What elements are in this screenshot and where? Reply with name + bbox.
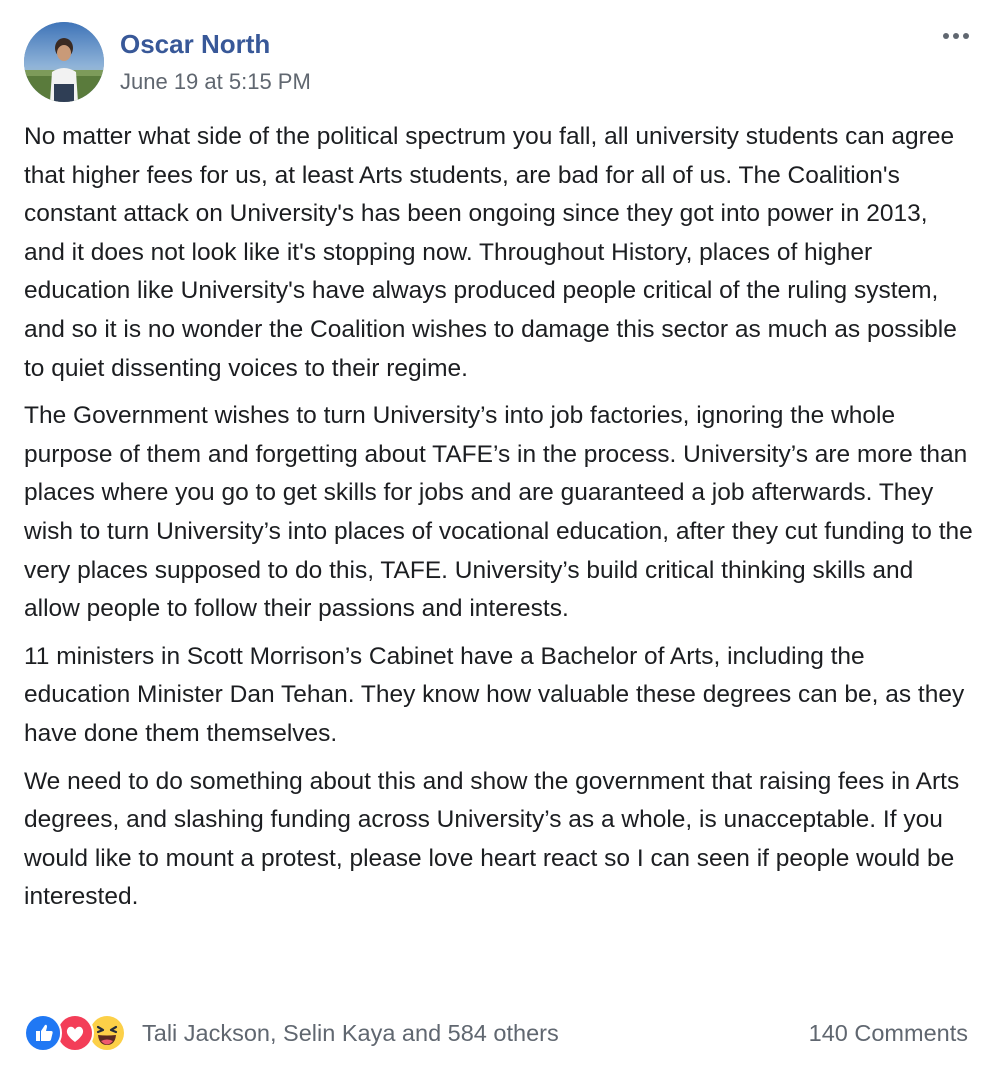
post-paragraph: The Government wishes to turn University… [24,402,973,623]
more-dot-icon [943,33,949,39]
post-timestamp[interactable]: June 19 at 5:15 PM [120,68,311,96]
post-body: No matter what side of the political spe… [24,118,974,926]
post-paragraph: No matter what side of the political spe… [24,123,957,382]
reaction-names[interactable]: Tali Jackson, Selin Kaya and 584 others [142,1018,559,1048]
author-avatar[interactable] [24,22,104,102]
post-footer: Tali Jackson, Selin Kaya and 584 others … [24,1012,968,1054]
more-dot-icon [963,33,969,39]
reaction-icons[interactable] [24,1014,134,1052]
comments-count-link[interactable]: 140 Comments [809,1018,968,1048]
post-card: Oscar North June 19 at 5:15 PM No matter… [0,0,990,1072]
like-icon [24,1014,62,1052]
post-paragraph: We need to do something about this and s… [24,767,960,911]
author-name[interactable]: Oscar North [120,28,270,60]
more-options-button[interactable] [936,24,976,48]
more-dot-icon [953,33,959,39]
post-paragraph: 11 ministers in Scott Morrison’s Cabinet… [24,642,965,747]
